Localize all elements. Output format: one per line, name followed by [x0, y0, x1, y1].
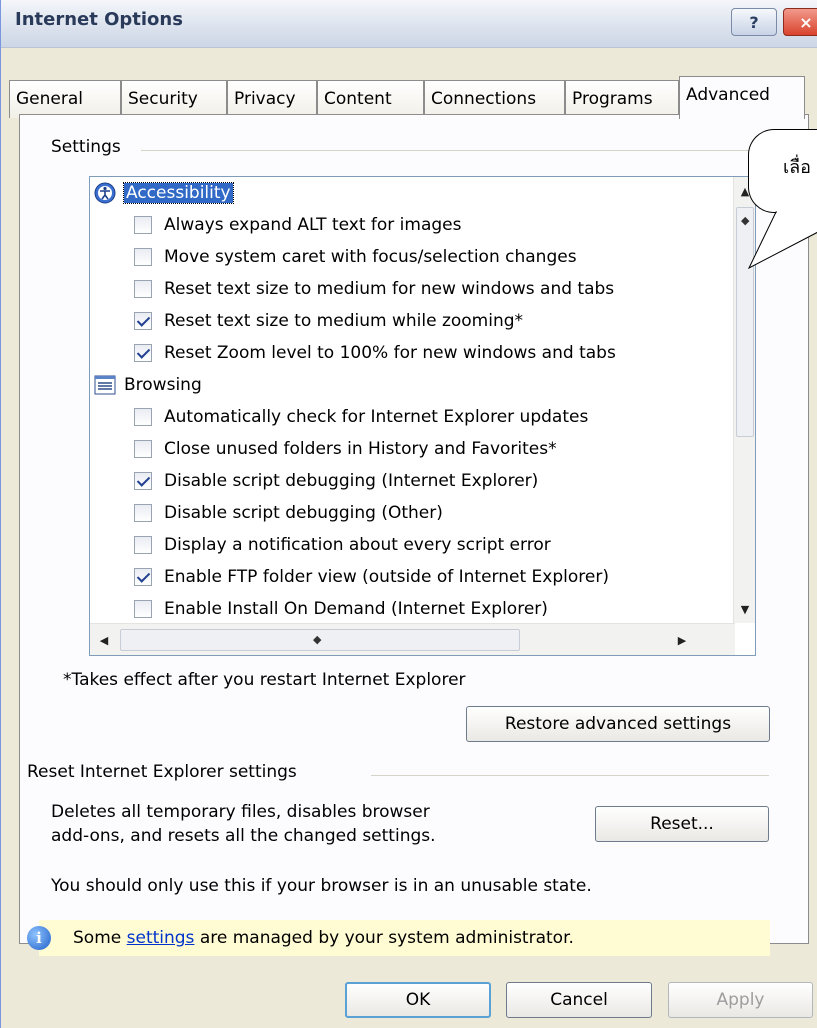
browsing-icon	[94, 375, 116, 395]
setting-label: Reset Zoom level to 100% for new windows…	[164, 343, 616, 363]
grip-icon: ◆	[313, 633, 322, 646]
checkbox[interactable]	[134, 440, 152, 458]
scroll-down-icon[interactable]: ▼	[735, 599, 755, 619]
grip-icon: ◆	[741, 214, 750, 227]
setting-item[interactable]: Reset text size to medium for new window…	[134, 273, 614, 305]
setting-label: Display a notification about every scrip…	[164, 535, 551, 555]
setting-label: Enable Install On Demand (Internet Explo…	[164, 599, 548, 619]
checkbox[interactable]	[134, 312, 152, 330]
setting-label: Enable FTP folder view (outside of Inter…	[164, 567, 609, 587]
category-accessibility[interactable]: Accessibility	[94, 177, 234, 209]
settings-group-line	[141, 150, 751, 151]
reset-group-label: Reset Internet Explorer settings	[27, 762, 305, 782]
setting-label: Disable script debugging (Internet Explo…	[164, 471, 539, 491]
setting-label: Disable script debugging (Other)	[164, 503, 443, 523]
horizontal-scrollbar[interactable]: ◀ ◆ ▶	[90, 623, 735, 655]
tab-general[interactable]: General	[9, 80, 121, 118]
checkbox[interactable]	[134, 472, 152, 490]
callout-text: เลื่อ	[783, 157, 811, 178]
setting-item[interactable]: Display a notification about every scrip…	[134, 529, 551, 561]
checkbox[interactable]	[134, 344, 152, 362]
close-button[interactable]: ×	[783, 8, 817, 36]
restore-advanced-settings-button[interactable]: Restore advanced settings	[466, 706, 770, 742]
category-browsing[interactable]: Browsing	[94, 369, 202, 401]
checkbox[interactable]	[134, 280, 152, 298]
tab-privacy[interactable]: Privacy	[227, 80, 317, 118]
setting-label: Reset text size to medium for new window…	[164, 279, 615, 299]
checkbox[interactable]	[134, 536, 152, 554]
reset-description: add-ons, and resets all the changed sett…	[51, 826, 436, 846]
setting-item[interactable]: Enable Install On Demand (Internet Explo…	[134, 593, 548, 625]
ok-button[interactable]: OK	[345, 982, 491, 1018]
setting-item[interactable]: Reset Zoom level to 100% for new windows…	[134, 337, 616, 369]
apply-button[interactable]: Apply	[668, 982, 813, 1018]
callout-bubble: เลื่อ	[748, 129, 817, 213]
tab-programs[interactable]: Programs	[565, 80, 679, 118]
checkbox[interactable]	[134, 408, 152, 426]
title-bar[interactable]: Internet Options ? ×	[1, 0, 817, 48]
horizontal-scroll-thumb[interactable]: ◆	[120, 629, 520, 651]
setting-label: Move system caret with focus/selection c…	[164, 247, 577, 267]
settings-link[interactable]: settings	[127, 928, 195, 948]
setting-item[interactable]: Enable FTP folder view (outside of Inter…	[134, 561, 609, 593]
setting-label: Reset text size to medium while zooming*	[164, 311, 524, 331]
settings-tree[interactable]: Accessibility Always expand ALT text for…	[89, 176, 756, 656]
reset-group-line	[371, 775, 769, 776]
scroll-left-icon[interactable]: ◀	[94, 630, 114, 650]
window-title: Internet Options	[15, 9, 183, 30]
vertical-scrollbar[interactable]: ▲ ◆ ▼	[733, 177, 755, 623]
cancel-button[interactable]: Cancel	[506, 982, 652, 1018]
setting-label: Automatically check for Internet Explore…	[164, 407, 589, 427]
reset-warning: You should only use this if your browser…	[51, 876, 592, 896]
category-label: Browsing	[124, 375, 202, 395]
tab-connections[interactable]: Connections	[424, 80, 565, 118]
restart-note: *Takes effect after you restart Internet…	[63, 670, 466, 690]
checkbox[interactable]	[134, 568, 152, 586]
checkbox[interactable]	[134, 600, 152, 618]
setting-item[interactable]: Move system caret with focus/selection c…	[134, 241, 577, 273]
setting-label: Always expand ALT text for images	[164, 215, 462, 235]
setting-item[interactable]: Automatically check for Internet Explore…	[134, 401, 588, 433]
vertical-scroll-thumb[interactable]: ◆	[736, 207, 754, 437]
tab-security[interactable]: Security	[121, 80, 227, 118]
accessibility-icon	[94, 182, 116, 204]
checkbox[interactable]	[134, 216, 152, 234]
close-icon: ×	[799, 12, 813, 32]
tab-content[interactable]: Content	[317, 80, 424, 118]
setting-item[interactable]: Disable script debugging (Other)	[134, 497, 443, 529]
scroll-right-icon[interactable]: ▶	[672, 630, 692, 650]
reset-button[interactable]: Reset...	[595, 806, 769, 842]
setting-item[interactable]: Disable script debugging (Internet Explo…	[134, 465, 538, 497]
internet-options-dialog: Internet Options ? × General Security Pr…	[0, 0, 817, 1028]
help-icon: ?	[749, 12, 759, 32]
setting-item[interactable]: Close unused folders in History and Favo…	[134, 433, 557, 465]
tab-advanced[interactable]: Advanced	[679, 76, 805, 119]
category-label: Accessibility	[123, 182, 234, 204]
reset-description: Deletes all temporary files, disables br…	[51, 802, 430, 822]
setting-item[interactable]: Reset text size to medium while zooming*	[134, 305, 523, 337]
setting-label: Close unused folders in History and Favo…	[164, 439, 557, 459]
info-icon: i	[27, 926, 51, 950]
help-button[interactable]: ?	[731, 8, 777, 36]
admin-info-bar: i Some settings are managed by your syst…	[27, 920, 770, 956]
checkbox[interactable]	[134, 504, 152, 522]
checkbox[interactable]	[134, 248, 152, 266]
info-prefix: Some	[73, 928, 127, 948]
info-suffix: are managed by your system administrator…	[194, 928, 574, 948]
setting-item[interactable]: Always expand ALT text for images	[134, 209, 461, 241]
settings-group-label: Settings	[51, 137, 129, 157]
